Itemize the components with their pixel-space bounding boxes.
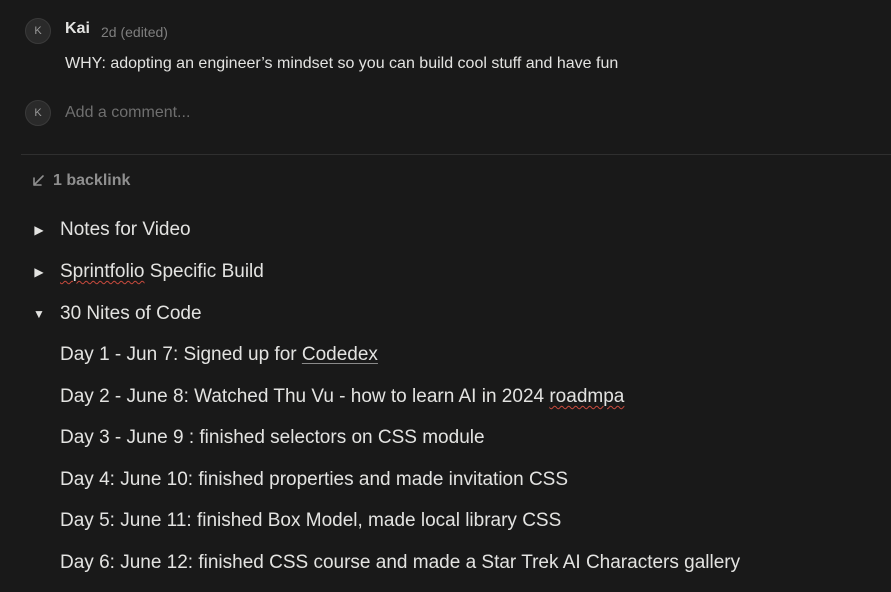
toggle-label: Notes for Video [60,219,191,240]
toggle-notes-for-video[interactable]: ▶ Notes for Video [32,219,190,240]
comment-body: WHY: adopting an engineer’s mindset so y… [65,55,619,72]
toggle-30-nites-of-code[interactable]: ▼ 30 Nites of Code [32,303,201,324]
triangle-right-icon[interactable]: ▶ [32,265,46,279]
add-comment-avatar: K [25,100,51,126]
arrow-down-left-icon [31,174,45,188]
day-entry: Day 6: June 12: finished CSS course and … [60,552,741,573]
spellcheck-word: roadmpa [549,386,625,407]
add-comment-input[interactable]: Add a comment... [65,104,190,122]
avatar-initial: K [34,25,42,37]
day-entry: Day 3 - June 9 : finished selectors on C… [60,427,485,448]
day-entry: Day 1 - Jun 7: Signed up for Codedex [60,344,378,366]
day-text: Day 2 - June 8: Watched Thu Vu - how to … [60,386,550,407]
page: K Kai 2d (edited) WHY: adopting an engin… [0,0,891,592]
day-entry: Day 5: June 11: finished Box Model, made… [60,510,562,531]
backlinks-toggle[interactable]: 1 backlink [31,172,130,190]
triangle-down-icon[interactable]: ▼ [32,307,46,321]
toggle-label-suffix: Specific Build [144,261,264,282]
day-entry: Day 2 - June 8: Watched Thu Vu - how to … [60,386,624,408]
day-text: Day 1 - Jun 7: Signed up for [60,344,302,365]
backlinks-label: 1 backlink [53,172,131,189]
day-entry: Day 4: June 10: finished properties and … [60,469,569,490]
triangle-right-icon[interactable]: ▶ [32,223,46,237]
spellcheck-word: Sprintfolio [60,261,145,282]
toggle-label: Sprintfolio Specific Build [60,261,264,283]
toggle-sprintfolio-build[interactable]: ▶ Sprintfolio Specific Build [32,261,263,282]
codedex-link[interactable]: Codedex [302,344,378,365]
comment-author[interactable]: Kai [65,20,90,38]
avatar-initial: K [34,107,42,119]
comment-timestamp: 2d (edited) [101,24,168,40]
divider [21,154,891,155]
comment-avatar[interactable]: K [25,18,51,44]
toggle-label: 30 Nites of Code [60,303,202,324]
